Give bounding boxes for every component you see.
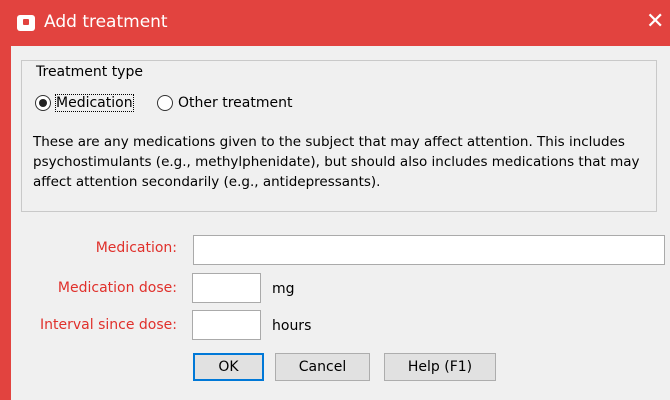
radio-medication-label[interactable]: Medication [55, 94, 134, 112]
medication-input[interactable] [193, 235, 665, 265]
interval-since-dose-input[interactable] [192, 310, 261, 340]
dialog-content: Treatment type Medication Other treatmen… [11, 46, 670, 400]
medication-dose-input[interactable] [192, 273, 261, 303]
radio-medication-indicator[interactable] [35, 95, 51, 111]
dose-unit-label: mg [272, 281, 295, 297]
window-title: Add treatment [44, 12, 168, 32]
app-icon [17, 15, 35, 31]
interval-since-dose-label: Interval since dose: [40, 317, 177, 333]
medication-label: Medication: [95, 240, 177, 256]
radio-other-treatment-label[interactable]: Other treatment [178, 95, 292, 111]
ok-button[interactable]: OK [193, 353, 264, 381]
cancel-button[interactable]: Cancel [275, 353, 370, 381]
close-icon[interactable]: ✕ [646, 11, 664, 33]
treatment-description: These are any medications given to the s… [33, 134, 640, 190]
help-button[interactable]: Help (F1) [384, 353, 496, 381]
medication-dose-label: Medication dose: [57, 280, 177, 296]
radio-medication[interactable]: Medication [35, 92, 134, 114]
radio-other-treatment-indicator[interactable] [157, 95, 173, 111]
treatment-type-legend: Treatment type [33, 64, 146, 80]
title-bar: Add treatment ✕ [0, 0, 670, 46]
radio-other-treatment[interactable]: Other treatment [157, 92, 292, 114]
interval-unit-label: hours [272, 318, 312, 334]
